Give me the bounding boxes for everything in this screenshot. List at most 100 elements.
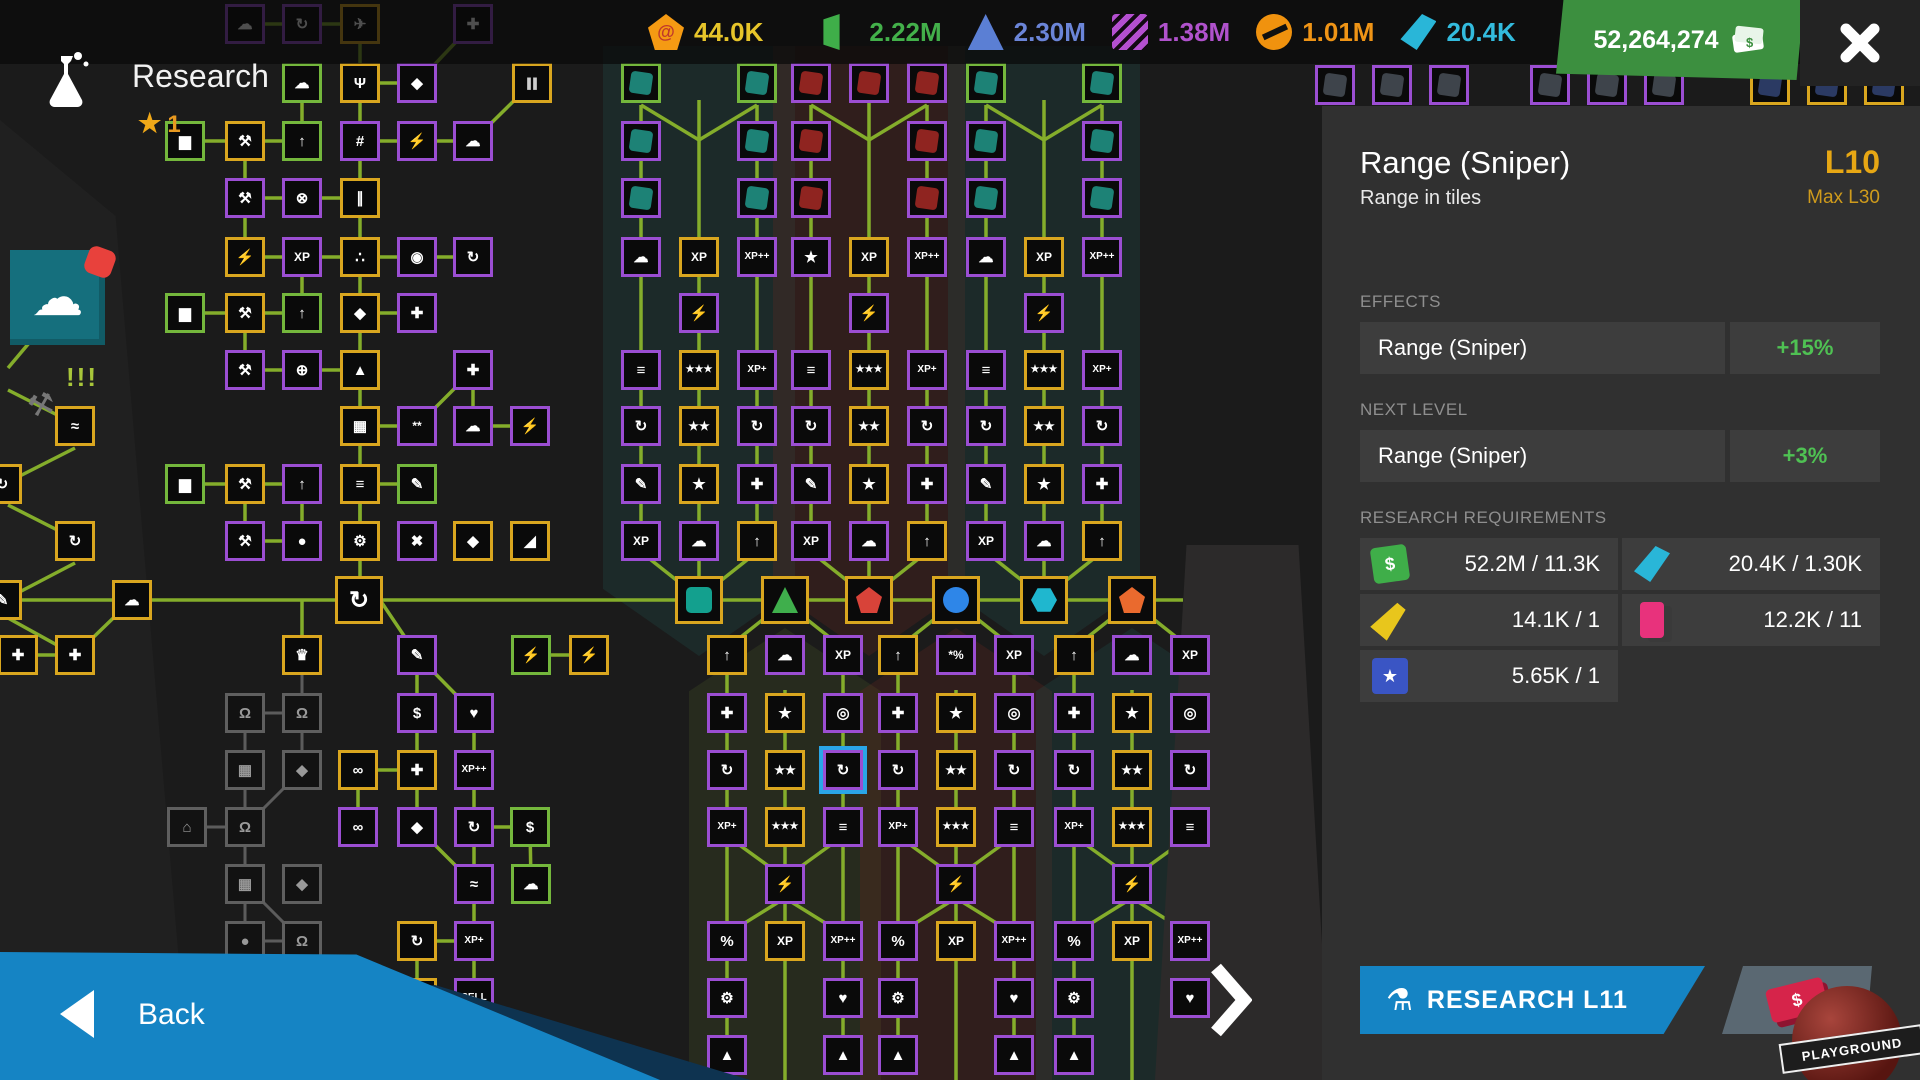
tree-node[interactable]: ↻ <box>966 406 1006 446</box>
tree-node-selected[interactable]: ↻ <box>823 750 863 790</box>
tree-node[interactable]: ⚡ <box>510 406 550 446</box>
tree-node[interactable]: ◢ <box>510 521 550 561</box>
tree-node[interactable]: XP+ <box>1054 807 1094 847</box>
tree-node[interactable]: ★★ <box>1112 750 1152 790</box>
tree-node[interactable]: ☁ <box>112 580 152 620</box>
tree-node[interactable]: ● <box>282 521 322 561</box>
tree-node[interactable]: ⚡ <box>511 635 551 675</box>
tree-node[interactable]: ▲ <box>707 1035 747 1075</box>
tree-node[interactable]: XP+ <box>707 807 747 847</box>
tree-node[interactable]: XP++ <box>1082 237 1122 277</box>
tree-node[interactable]: ≡ <box>621 350 661 390</box>
tree-node[interactable]: ⚒ <box>225 293 265 333</box>
tree-node[interactable]: % <box>1054 921 1094 961</box>
tree-node[interactable]: ↑ <box>737 521 777 561</box>
tree-node[interactable]: ↻ <box>878 750 918 790</box>
tree-node[interactable]: ★ <box>936 693 976 733</box>
tree-node[interactable]: ↻ <box>994 750 1034 790</box>
tree-node[interactable]: ∥∥ <box>512 63 552 103</box>
tree-node[interactable]: *% <box>936 635 976 675</box>
next-page-button[interactable] <box>1208 962 1252 1043</box>
tree-node[interactable]: Ω <box>282 693 322 733</box>
tree-node[interactable]: XP++ <box>994 921 1034 961</box>
tree-node[interactable]: Ψ <box>340 63 380 103</box>
tree-node[interactable]: ≡ <box>994 807 1034 847</box>
tree-node[interactable]: % <box>707 921 747 961</box>
tree-node[interactable]: ∞ <box>338 750 378 790</box>
tree-node[interactable]: ▲ <box>1054 1035 1094 1075</box>
tree-node[interactable]: ⚡ <box>679 293 719 333</box>
cash-banner[interactable]: 52,264,274 $ <box>1556 0 1804 80</box>
tree-node[interactable]: ☁ <box>1024 521 1064 561</box>
tree-node[interactable]: ★ <box>679 464 719 504</box>
tree-node[interactable]: ↻ <box>55 521 95 561</box>
tree-node[interactable] <box>907 63 947 103</box>
tree-node[interactable]: ★★★ <box>1024 350 1064 390</box>
tree-node[interactable]: XP+ <box>1082 350 1122 390</box>
tree-node[interactable]: XP <box>1112 921 1152 961</box>
tree-node[interactable]: ≡ <box>823 807 863 847</box>
tree-node[interactable]: ↑ <box>907 521 947 561</box>
tree-node[interactable]: ↻ <box>1054 750 1094 790</box>
tree-hub-spiral[interactable]: ↻ <box>335 576 383 624</box>
tree-node[interactable]: ⚙ <box>1054 978 1094 1018</box>
tree-node[interactable]: ∥ <box>340 178 380 218</box>
tree-node[interactable]: ◎ <box>1170 693 1210 733</box>
tree-node[interactable]: ☁ <box>1112 635 1152 675</box>
tree-hub-pentagon[interactable] <box>1108 576 1156 624</box>
tree-node[interactable]: ▆ <box>165 293 205 333</box>
tree-node[interactable]: ◎ <box>994 693 1034 733</box>
tree-node[interactable] <box>966 178 1006 218</box>
tree-node[interactable] <box>1315 65 1355 105</box>
tree-node[interactable]: ☁ <box>511 864 551 904</box>
tree-node[interactable]: ⚙ <box>878 978 918 1018</box>
tree-node[interactable]: ⚡ <box>569 635 609 675</box>
tree-node[interactable]: ⚡ <box>1112 864 1152 904</box>
tree-hub-square[interactable] <box>675 576 723 624</box>
tree-node[interactable] <box>737 178 777 218</box>
tree-node[interactable]: ↑ <box>1082 521 1122 561</box>
tree-node[interactable]: XP <box>966 521 1006 561</box>
tree-node[interactable]: ↑ <box>282 293 322 333</box>
tree-node[interactable]: ★ <box>849 464 889 504</box>
tree-node[interactable]: ★★ <box>849 406 889 446</box>
tree-node[interactable]: XP <box>621 521 661 561</box>
tree-node[interactable]: ◆ <box>453 521 493 561</box>
tree-node[interactable]: XP <box>823 635 863 675</box>
tree-node[interactable]: ▆ <box>165 464 205 504</box>
tree-node[interactable]: ▦ <box>225 864 265 904</box>
tree-node[interactable]: XP+ <box>737 350 777 390</box>
tree-node[interactable]: XP <box>791 521 831 561</box>
tree-node[interactable]: ↻ <box>907 406 947 446</box>
tree-node[interactable]: ★ <box>791 237 831 277</box>
tree-node[interactable]: ☁ <box>679 521 719 561</box>
tree-node[interactable]: ✎ <box>397 635 437 675</box>
tree-node[interactable]: ∞ <box>338 807 378 847</box>
tree-node[interactable] <box>1082 121 1122 161</box>
tree-node[interactable]: ⚡ <box>397 121 437 161</box>
tree-node[interactable]: ★★ <box>1024 406 1064 446</box>
tree-node[interactable]: ⚡ <box>849 293 889 333</box>
tree-node[interactable] <box>1082 178 1122 218</box>
tree-node[interactable]: ↻ <box>707 750 747 790</box>
tree-node[interactable]: XP++ <box>737 237 777 277</box>
tree-node[interactable]: XP++ <box>454 750 494 790</box>
tree-node[interactable]: ↻ <box>1170 750 1210 790</box>
tree-node[interactable]: ★★★ <box>936 807 976 847</box>
tree-node[interactable]: XP++ <box>823 921 863 961</box>
tree-node[interactable]: ∴ <box>340 237 380 277</box>
tree-node[interactable]: ✚ <box>397 750 437 790</box>
tree-node[interactable] <box>849 63 889 103</box>
tree-node[interactable]: ★★★ <box>849 350 889 390</box>
tree-node[interactable] <box>907 178 947 218</box>
tree-node[interactable]: XP <box>1024 237 1064 277</box>
tree-node[interactable]: ♥ <box>1170 978 1210 1018</box>
tree-node[interactable]: ✚ <box>397 293 437 333</box>
close-button[interactable] <box>1800 0 1920 86</box>
tree-node[interactable]: ★ <box>1112 693 1152 733</box>
tree-node[interactable]: ⚙ <box>340 521 380 561</box>
research-button[interactable]: ⚗ RESEARCH L11 <box>1360 966 1705 1034</box>
tree-node[interactable]: XP <box>679 237 719 277</box>
tree-node[interactable]: ✚ <box>1082 464 1122 504</box>
tree-node[interactable]: ⌂ <box>167 807 207 847</box>
